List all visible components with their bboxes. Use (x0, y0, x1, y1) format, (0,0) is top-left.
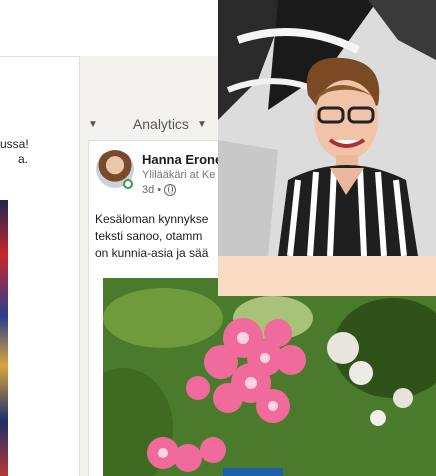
post-text-line: teksti sanoo, otamm (95, 229, 203, 243)
portrait-graphic (218, 0, 436, 256)
post-time: 3d • (142, 184, 162, 196)
overlay-portrait-photo[interactable] (218, 0, 436, 256)
online-status-icon (123, 179, 133, 189)
analytics-filter-bar: ▼ Analytics ▼ (88, 112, 207, 136)
left-post-card (0, 56, 80, 476)
caret-down-icon[interactable]: ▼ (88, 119, 98, 130)
post-text-line: Kesäloman kynnykse (95, 212, 209, 226)
analytics-label[interactable]: Analytics (133, 116, 189, 132)
globe-icon (164, 184, 177, 196)
post-image-flowers[interactable] (103, 278, 436, 476)
post-meta: 3d • (142, 184, 177, 196)
left-post-text-line: a. (17, 152, 28, 166)
caret-down-icon[interactable]: ▼ (197, 119, 207, 130)
left-post-text-line: ussa! (0, 137, 29, 151)
left-post-image[interactable] (0, 200, 8, 476)
post-text-line: on kunnia-asia ja sää (95, 246, 209, 260)
post-author-headline: Ylilääkäri at Ke (142, 169, 216, 181)
post-author-name[interactable]: Hanna Erone (142, 152, 222, 167)
flowers-graphic (103, 278, 436, 476)
